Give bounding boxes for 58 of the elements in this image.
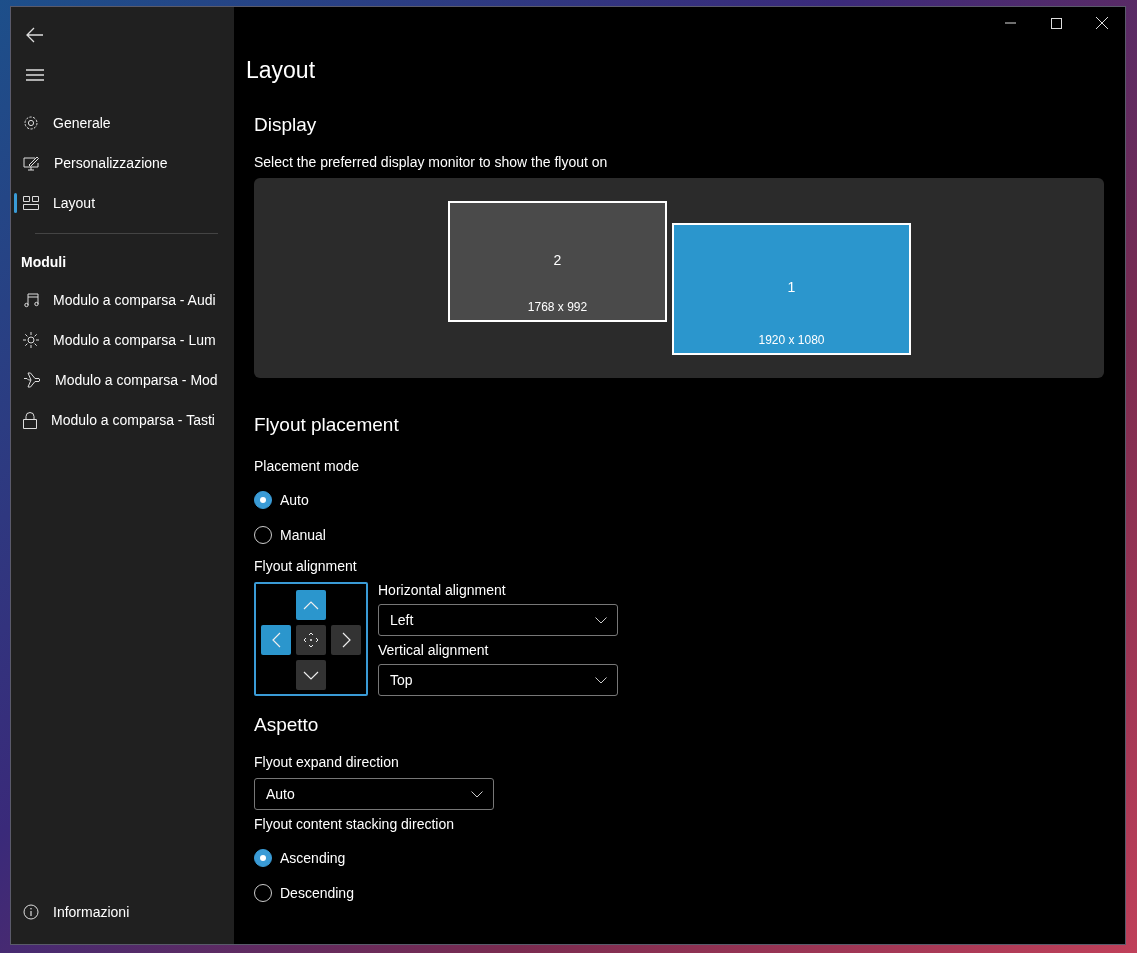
radio-option[interactable]: Manual	[254, 517, 326, 552]
close-icon	[1096, 17, 1108, 29]
nav-item[interactable]: Modulo a comparsa - Tasti	[11, 400, 234, 440]
monitor-resolution: 1920 x 1080	[757, 333, 826, 347]
field-label: Placement mode	[254, 458, 360, 474]
section-heading: Flyout placement	[254, 414, 399, 436]
radio-button[interactable]	[254, 848, 272, 867]
field-label: Vertical alignment	[378, 642, 490, 658]
radio-button[interactable]	[254, 490, 272, 509]
monitor-number: 1	[786, 278, 797, 295]
nav-item[interactable]: Personalizzazione	[11, 143, 234, 183]
radio-option[interactable]: Descending	[254, 875, 354, 910]
minimize-icon	[1004, 22, 1016, 24]
back-arrow-icon	[26, 27, 44, 43]
chevron-left-icon	[271, 632, 281, 648]
field-label: Flyout expand direction	[254, 754, 399, 770]
direction-button[interactable]	[331, 625, 361, 655]
chevron-down-icon	[471, 790, 483, 798]
move-icon	[303, 632, 319, 648]
music-note-icon	[23, 292, 39, 308]
direction-button[interactable]	[296, 660, 326, 690]
nav-item[interactable]: Informazioni	[11, 892, 234, 932]
section-heading: Aspetto	[254, 714, 319, 736]
page-title: Layout	[246, 57, 317, 84]
gear-icon	[23, 115, 39, 131]
monitor-number: 2	[552, 252, 563, 269]
radio-option[interactable]: Auto	[254, 482, 309, 517]
field-label: Flyout alignment	[254, 558, 357, 574]
field-label: Flyout content stacking direction	[254, 816, 454, 832]
dropdown[interactable]: Auto	[254, 778, 494, 810]
chevron-down-icon	[595, 676, 607, 684]
monitor-resolution: 1768 x 992	[526, 300, 589, 314]
lock-icon	[23, 411, 37, 429]
field-label: Horizontal alignment	[378, 582, 507, 598]
monitor-tile[interactable]: 2 1768 x 992	[448, 201, 667, 322]
dropdown[interactable]: Top	[378, 664, 618, 696]
section-heading: Display	[254, 114, 317, 136]
pen-icon	[23, 155, 40, 171]
chevron-right-icon	[341, 632, 351, 648]
layout-icon	[23, 196, 39, 210]
section-label: Moduli	[20, 253, 68, 272]
radio-option[interactable]: Ascending	[254, 840, 346, 875]
nav-item[interactable]: Modulo a comparsa - Audi	[11, 280, 234, 320]
center-button[interactable]	[296, 625, 326, 655]
description-text: Select the preferred display monitor to show the flyout on	[254, 154, 608, 170]
chevron-down-icon	[303, 670, 319, 680]
sun-icon	[23, 332, 39, 348]
nav-item[interactable]: Layout	[11, 183, 234, 223]
nav-item[interactable]: Modulo a comparsa - Mod	[11, 360, 234, 400]
dropdown[interactable]: Left	[378, 604, 618, 636]
info-icon	[23, 904, 39, 920]
chevron-up-icon	[303, 600, 319, 610]
nav-item[interactable]: Generale	[11, 103, 234, 143]
maximize-icon	[1050, 17, 1062, 29]
airplane-icon	[23, 372, 41, 388]
nav-item[interactable]: Modulo a comparsa - Lum	[11, 320, 234, 360]
menu-icon	[26, 69, 44, 81]
chevron-down-icon	[595, 616, 607, 624]
